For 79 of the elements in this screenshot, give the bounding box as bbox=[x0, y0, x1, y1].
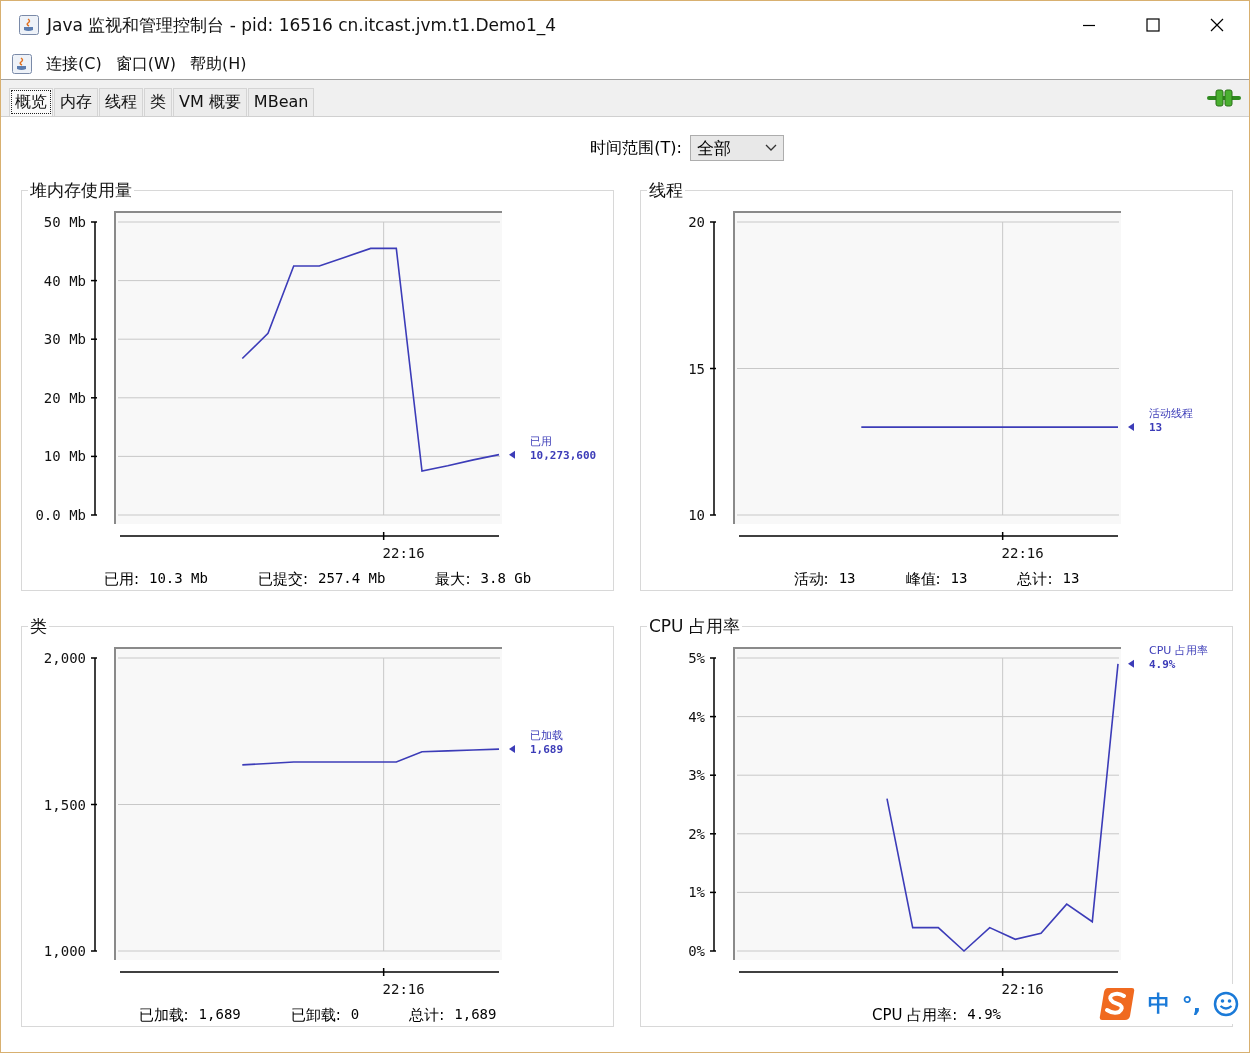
stat-value: 10.3 Mb bbox=[148, 570, 208, 588]
close-icon bbox=[1210, 18, 1224, 32]
maximize-icon bbox=[1146, 18, 1160, 32]
stat-label: 峰值: bbox=[905, 570, 941, 589]
y-tick-label: 15 bbox=[688, 360, 705, 377]
panel-title: 线程 bbox=[648, 179, 684, 202]
stat-label: 已卸载: bbox=[290, 1006, 341, 1025]
tab[interactable]: 概览 bbox=[9, 88, 53, 116]
y-tick-label: 10 Mb bbox=[43, 448, 86, 465]
tab[interactable]: 线程 bbox=[99, 88, 143, 116]
tab[interactable]: 类 bbox=[144, 88, 172, 116]
y-tick-label: 0.0 Mb bbox=[35, 507, 86, 523]
stat-value: 1,689 bbox=[198, 1006, 241, 1024]
stat-value: 3.8 Gb bbox=[480, 570, 532, 588]
window-title: Java 监视和管理控制台 - pid: 16516 cn.itcast.jvm.t1.Demo1_4 bbox=[47, 13, 557, 37]
stat-value: 4.9% bbox=[967, 1006, 1001, 1024]
x-tick-label: 22:16 bbox=[382, 545, 425, 561]
stat-value: 13 bbox=[950, 570, 968, 588]
legend-value: 10,273,600 bbox=[530, 448, 597, 462]
y-tick-label: 1,000 bbox=[43, 943, 86, 959]
x-tick-label: 22:16 bbox=[1001, 981, 1044, 997]
tab[interactable]: MBean bbox=[247, 88, 315, 116]
legend-value: 13 bbox=[1149, 421, 1163, 435]
stat-label: 总计: bbox=[409, 1006, 445, 1025]
java-app-icon bbox=[12, 54, 32, 74]
plug-connected-icon bbox=[1207, 89, 1241, 107]
pointer-icon bbox=[509, 745, 515, 754]
stat-label: 已加载: bbox=[138, 1006, 189, 1025]
panel-title: 堆内存使用量 bbox=[29, 179, 133, 202]
y-tick-label: 0% bbox=[688, 943, 705, 959]
stat-label: 最大: bbox=[435, 570, 471, 589]
pointer-icon bbox=[1128, 423, 1134, 432]
stat-label: CPU 占用率: bbox=[871, 1006, 958, 1025]
y-tick-label: 20 Mb bbox=[43, 389, 86, 406]
stat-label: 活动: bbox=[793, 570, 829, 589]
input-mode-label[interactable]: 中 bbox=[1147, 989, 1170, 1019]
y-tick-label: 20 bbox=[688, 214, 705, 230]
panel-title: 类 bbox=[29, 615, 48, 638]
legend-value: 4.9% bbox=[1149, 657, 1176, 671]
pointer-icon bbox=[509, 450, 515, 459]
legend-name: 活动线程 bbox=[1149, 407, 1193, 421]
y-tick-label: 2,000 bbox=[43, 650, 86, 666]
menu-item[interactable]: 窗口(W) bbox=[115, 53, 176, 75]
y-tick-label: 2% bbox=[688, 825, 705, 842]
y-tick-label: 3% bbox=[688, 767, 705, 784]
tab[interactable]: VM 概要 bbox=[173, 88, 247, 116]
y-tick-label: 40 Mb bbox=[43, 272, 86, 289]
legend-name: CPU 占用率 bbox=[1149, 643, 1208, 657]
y-tick-label: 10 bbox=[688, 507, 705, 523]
x-tick-label: 22:16 bbox=[382, 981, 425, 997]
time-range-label: 时间范围(T): bbox=[590, 137, 682, 159]
tab[interactable]: 内存 bbox=[54, 88, 98, 116]
panel-title: CPU 占用率 bbox=[648, 615, 741, 638]
pointer-icon bbox=[1128, 659, 1134, 668]
stat-label: 总计: bbox=[1017, 570, 1053, 589]
smiley-icon[interactable] bbox=[1213, 991, 1239, 1017]
legend-name: 已用 bbox=[530, 434, 552, 448]
y-tick-label: 1,500 bbox=[43, 796, 86, 813]
stat-value: 13 bbox=[838, 570, 856, 588]
java-app-icon bbox=[19, 15, 39, 35]
time-range-dropdown[interactable]: 全部 bbox=[689, 135, 784, 161]
menu-item[interactable]: 连接(C) bbox=[46, 53, 102, 75]
stat-value: 13 bbox=[1062, 570, 1080, 588]
y-tick-label: 4% bbox=[688, 708, 705, 725]
stat-value: 257.4 Mb bbox=[318, 570, 386, 588]
stat-value: 0 bbox=[350, 1006, 360, 1024]
menu-item[interactable]: 帮助(H) bbox=[189, 53, 247, 75]
stat-label: 已用: bbox=[103, 570, 139, 589]
x-tick-label: 22:16 bbox=[1001, 545, 1044, 561]
legend-name: 已加载 bbox=[530, 729, 563, 743]
caret-icon bbox=[764, 144, 777, 152]
y-tick-label: 1% bbox=[688, 884, 705, 901]
stat-label: 已提交: bbox=[257, 570, 309, 589]
y-tick-label: 5% bbox=[688, 650, 705, 666]
stat-value: 1,689 bbox=[454, 1006, 497, 1024]
legend-value: 1,689 bbox=[530, 743, 564, 757]
punctuation-mode-label[interactable]: °, bbox=[1181, 991, 1201, 1017]
y-tick-label: 30 Mb bbox=[43, 331, 86, 348]
y-tick-label: 50 Mb bbox=[43, 214, 86, 230]
